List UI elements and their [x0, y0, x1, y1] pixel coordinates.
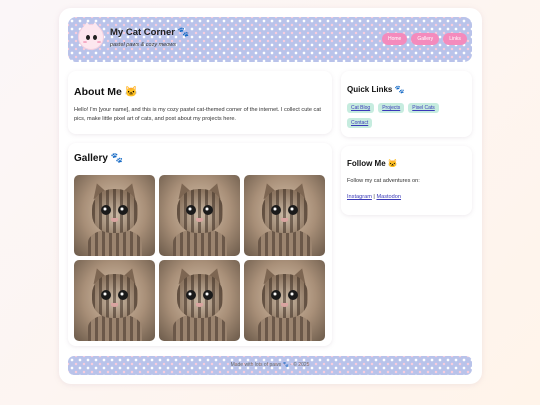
kitten-nose [111, 218, 118, 222]
gallery-image-kitten[interactable] [74, 175, 155, 256]
kitten-nose [196, 218, 203, 222]
kitten-head [262, 189, 308, 233]
footer-text: Made with lots of paws 🐾 · © 2025 [230, 362, 310, 368]
cat-eye [93, 35, 97, 40]
social-links: Instagram | Mastodon [347, 194, 401, 200]
site-title: My Cat Corner 🐾 [110, 27, 190, 38]
site-footer: Made with lots of paws 🐾 · © 2025 [68, 356, 472, 375]
kitten-eye [203, 205, 213, 215]
kitten-body [258, 229, 312, 256]
cat-avatar-icon [78, 22, 104, 50]
gallery-image-kitten[interactable] [74, 260, 155, 341]
kitten-nose [111, 303, 118, 307]
gallery-image-kitten[interactable] [244, 260, 325, 341]
quick-links-section: Quick Links 🐾 Cat Blog Projects Pixel Ca… [341, 71, 472, 137]
kitten-eye [118, 290, 128, 300]
follow-section: Follow Me 🐱 Follow my cat adventures on:… [341, 146, 472, 215]
cat-eye [86, 35, 90, 40]
gallery-heading: Gallery 🐾 [74, 153, 124, 164]
main-nav: Home Gallery Links [382, 33, 467, 45]
link-projects[interactable]: Projects [378, 103, 405, 113]
cat-ear [90, 22, 100, 29]
kitten-body [173, 314, 227, 341]
kitten-head [92, 274, 138, 318]
nav-links[interactable]: Links [443, 33, 467, 45]
cat-blush [83, 41, 87, 43]
gallery-image-kitten[interactable] [244, 175, 325, 256]
kitten-eye [271, 205, 281, 215]
about-text: Hello! I'm [your name], and this is my c… [74, 107, 321, 122]
kitten-head [262, 274, 308, 318]
kitten-head [177, 189, 223, 233]
kitten-nose [281, 303, 288, 307]
instagram-link[interactable]: Instagram [347, 194, 372, 200]
follow-heading: Follow Me 🐱 [347, 159, 398, 168]
kitten-eye [186, 290, 196, 300]
kitten-eye [101, 290, 111, 300]
follow-text: Follow my cat adventures on: [347, 178, 420, 184]
gallery-image-kitten[interactable] [159, 175, 240, 256]
gallery-section: Gallery 🐾 [68, 143, 332, 346]
kitten-body [173, 229, 227, 256]
kitten-nose [281, 218, 288, 222]
kitten-head [92, 189, 138, 233]
mastodon-link[interactable]: Mastodon [376, 194, 401, 200]
kitten-eye [288, 205, 298, 215]
nav-gallery[interactable]: Gallery [411, 33, 440, 45]
kitten-eye [271, 290, 281, 300]
quick-links-heading: Quick Links 🐾 [347, 85, 405, 94]
kitten-eye [288, 290, 298, 300]
cat-blush [97, 41, 101, 43]
link-cat-blog[interactable]: Cat Blog [347, 103, 375, 113]
site-subtitle: pastel paws & cozy meows [110, 42, 177, 48]
gallery-image-kitten[interactable] [159, 260, 240, 341]
kitten-eye [118, 205, 128, 215]
kitten-eye [186, 205, 196, 215]
kitten-body [88, 229, 142, 256]
kitten-head [177, 274, 223, 318]
kitten-body [88, 314, 142, 341]
quick-links-list: Cat Blog Projects Pixel Cats Contact [347, 103, 467, 128]
kitten-eye [203, 290, 213, 300]
kitten-eye [101, 205, 111, 215]
nav-home[interactable]: Home [382, 33, 408, 45]
kitten-body [258, 314, 312, 341]
about-heading: About Me 🐱 [74, 86, 138, 98]
gallery-grid [74, 175, 325, 341]
about-section: About Me 🐱 Hello! I'm [your name], and t… [68, 71, 332, 134]
link-pixel-cats[interactable]: Pixel Cats [408, 103, 439, 113]
kitten-nose [196, 303, 203, 307]
link-contact[interactable]: Contact [347, 118, 373, 128]
